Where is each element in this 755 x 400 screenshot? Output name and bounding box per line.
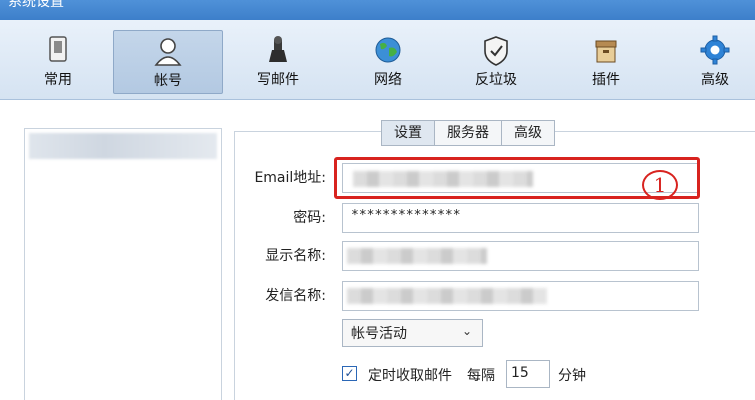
email-label: Email地址: [254, 170, 326, 186]
toolbar-antispam-button[interactable]: 反垃圾 [441, 30, 551, 94]
toolbar-general-label: 常用 [44, 72, 72, 88]
globe-icon [333, 34, 443, 68]
account-activity-select[interactable]: 帐号活动 ⌄ [342, 319, 483, 347]
settings-toolbar: 常用 帐号 写邮件 网络 反垃圾 插件 高级 [0, 20, 755, 100]
toolbar-network-label: 网络 [374, 72, 402, 88]
toolbar-general-button[interactable]: 常用 [3, 30, 113, 94]
password-field[interactable]: ************** [342, 203, 699, 233]
display-name-field[interactable] [342, 241, 699, 271]
interval-input[interactable]: 15 [506, 360, 550, 388]
toolbar-network-button[interactable]: 网络 [333, 30, 443, 94]
account-activity-value: 帐号活动 [351, 326, 407, 342]
minutes-label: 分钟 [558, 368, 586, 384]
annotation-number-1: 1 [642, 170, 678, 200]
plugin-box-icon [551, 34, 661, 68]
chevron-down-icon: ⌄ [461, 324, 472, 338]
account-list-item[interactable] [29, 133, 217, 159]
general-icon [3, 34, 113, 68]
window-title: 系统设置 [8, 0, 64, 10]
gear-icon [660, 34, 755, 68]
toolbar-plugins-label: 插件 [592, 72, 620, 88]
toolbar-account-label: 帐号 [154, 73, 182, 89]
display-name-redacted [347, 248, 487, 264]
password-label: 密码: [293, 210, 326, 226]
toolbar-account-button[interactable]: 帐号 [113, 30, 223, 94]
toolbar-advanced-button[interactable]: 高级 [660, 30, 755, 94]
sender-name-label: 发信名称: [265, 288, 326, 304]
auto-fetch-label: 定时收取邮件 [368, 368, 452, 384]
toolbar-compose-button[interactable]: 写邮件 [223, 30, 333, 94]
account-icon [114, 35, 222, 69]
tab-settings[interactable]: 设置 [381, 120, 435, 146]
tab-advanced[interactable]: 高级 [502, 120, 555, 146]
window-titlebar: 系统设置 [0, 0, 755, 20]
sender-name-redacted [347, 288, 547, 304]
toolbar-antispam-label: 反垃圾 [475, 72, 517, 88]
every-label: 每隔 [467, 368, 495, 384]
toolbar-compose-label: 写邮件 [257, 72, 299, 88]
toolbar-advanced-label: 高级 [701, 72, 729, 88]
compose-icon [223, 34, 333, 68]
account-list [24, 128, 222, 400]
toolbar-plugins-button[interactable]: 插件 [551, 30, 661, 94]
sender-name-field[interactable] [342, 281, 699, 311]
tab-server[interactable]: 服务器 [435, 120, 502, 146]
display-name-label: 显示名称: [265, 248, 326, 264]
shield-icon [441, 34, 551, 68]
account-subtabs: 设置 服务器 高级 [381, 120, 555, 146]
auto-fetch-checkbox[interactable]: ✓ [342, 366, 357, 381]
